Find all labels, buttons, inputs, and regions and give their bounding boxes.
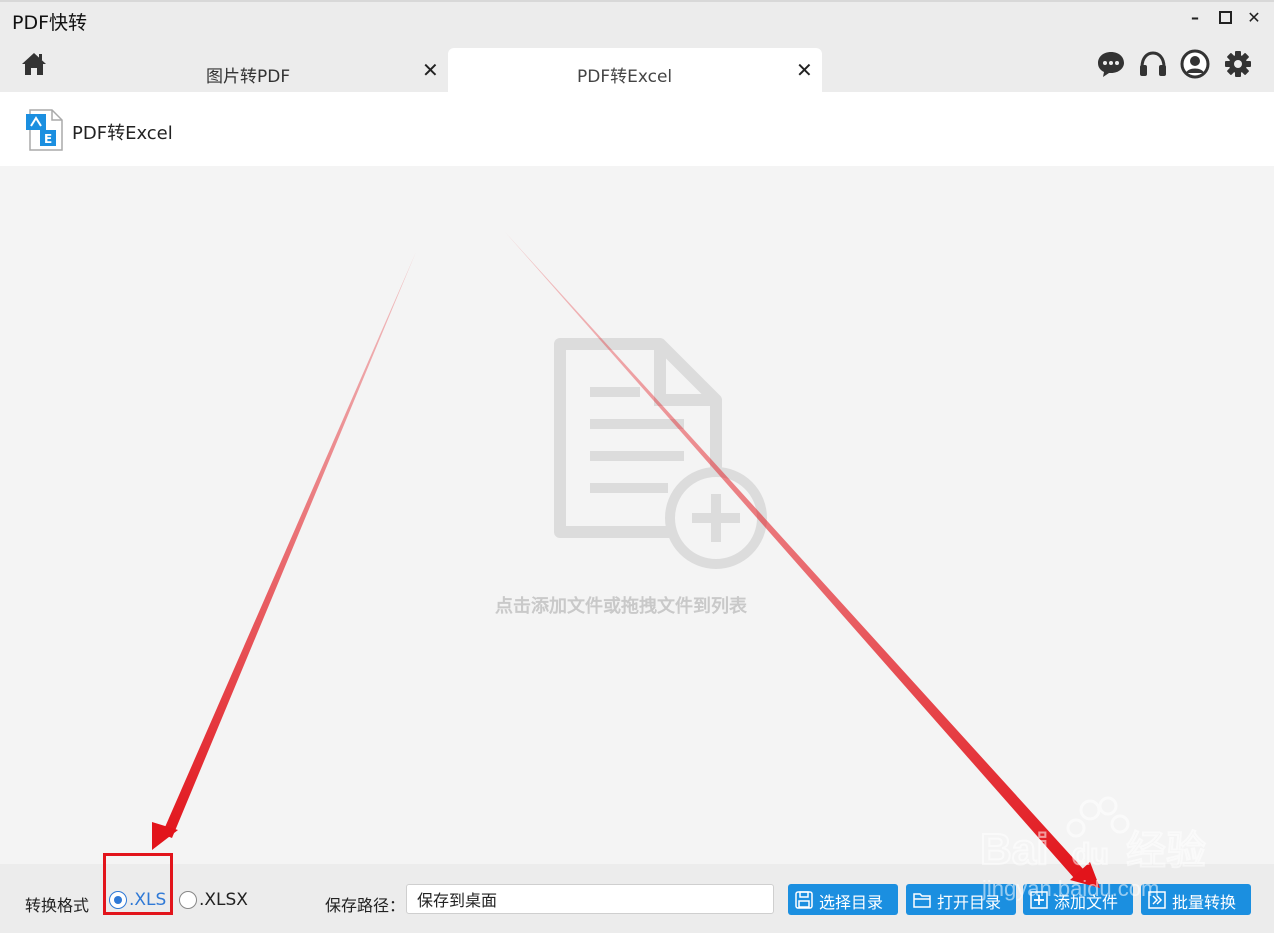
gear-icon[interactable] <box>1223 49 1253 79</box>
open-directory-button[interactable]: 打开目录 <box>906 884 1016 915</box>
radio-label: .XLSX <box>199 890 248 910</box>
app-title: PDF快转 <box>12 12 88 34</box>
tab-bar: 图片转PDF ✕ PDF转Excel ✕ <box>0 36 1274 92</box>
svg-text:E: E <box>44 132 52 146</box>
save-icon <box>795 891 813 909</box>
annotation-highlight-box <box>103 853 173 915</box>
button-label: 批量转换 <box>1172 893 1237 912</box>
add-file-icon <box>1030 891 1048 909</box>
tab-close-button[interactable]: ✕ <box>422 58 439 82</box>
file-drop-area[interactable]: 点击添加文件或拖拽文件到列表 <box>0 166 1274 864</box>
button-label: 选择目录 <box>819 893 884 912</box>
radio-dot <box>179 891 197 909</box>
bottom-bar: 转换格式 .XLS .XLSX 保存路径： 选择目录 打开目录 添加文件 <box>0 864 1274 933</box>
tab-label: 图片转PDF <box>206 67 291 87</box>
page-header: E PDF转Excel <box>0 92 1274 166</box>
batch-convert-button[interactable]: 批量转换 <box>1141 884 1251 915</box>
drop-hint: 点击添加文件或拖拽文件到列表 <box>495 596 747 617</box>
title-bar: PDF快转 – ✕ <box>0 0 1274 36</box>
choose-directory-button[interactable]: 选择目录 <box>788 884 898 915</box>
save-path-input[interactable] <box>406 884 774 914</box>
user-icon[interactable] <box>1180 49 1210 79</box>
tab-label: PDF转Excel <box>577 67 673 87</box>
button-label: 添加文件 <box>1054 893 1119 912</box>
page-title: PDF转Excel <box>72 123 173 144</box>
minimize-button[interactable]: – <box>1185 8 1205 27</box>
maximize-button[interactable] <box>1215 8 1235 28</box>
tab-pdf-to-excel[interactable]: PDF转Excel ✕ <box>448 48 822 92</box>
headset-icon[interactable] <box>1138 49 1168 79</box>
add-file-button[interactable]: 添加文件 <box>1023 884 1133 915</box>
batch-convert-icon <box>1148 891 1166 909</box>
tab-close-button[interactable]: ✕ <box>796 58 813 82</box>
maximize-icon <box>1218 11 1232 24</box>
button-label: 打开目录 <box>937 893 1002 912</box>
folder-icon <box>913 893 931 908</box>
save-path-label: 保存路径： <box>325 896 406 915</box>
chat-icon[interactable] <box>1096 49 1126 79</box>
pdf-to-excel-icon: E <box>26 109 63 151</box>
tab-image-to-pdf[interactable]: 图片转PDF ✕ <box>72 48 448 92</box>
format-label: 转换格式 <box>25 896 90 915</box>
close-button[interactable]: ✕ <box>1244 8 1264 27</box>
add-document-icon <box>554 338 767 569</box>
home-icon[interactable] <box>20 50 48 78</box>
